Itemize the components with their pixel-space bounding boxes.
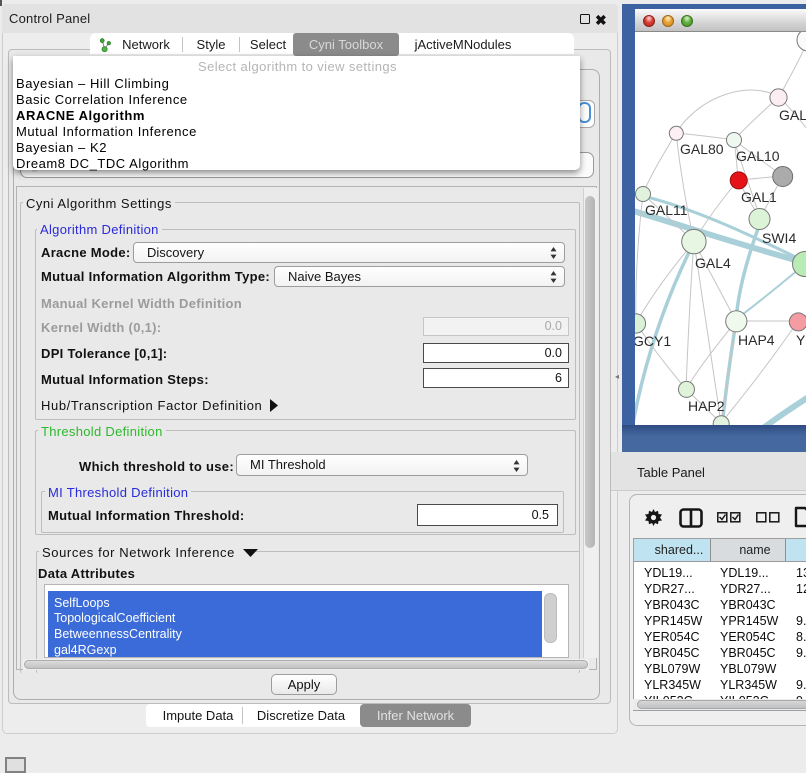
svg-text:GAL10: GAL10 (736, 148, 780, 164)
svg-text:GAL11: GAL11 (645, 202, 688, 218)
svg-text:GAL1: GAL1 (741, 189, 777, 205)
svg-text:GAL7: GAL7 (779, 107, 806, 123)
svg-text:SWI4: SWI4 (762, 230, 796, 246)
svg-text:HAP4: HAP4 (738, 332, 775, 348)
svg-text:GAL4: GAL4 (695, 255, 731, 271)
svg-text:YM: YM (796, 332, 806, 348)
svg-text:GCY1: GCY1 (635, 333, 671, 349)
svg-text:HAP2: HAP2 (688, 398, 725, 414)
svg-text:GAL80: GAL80 (680, 141, 724, 157)
